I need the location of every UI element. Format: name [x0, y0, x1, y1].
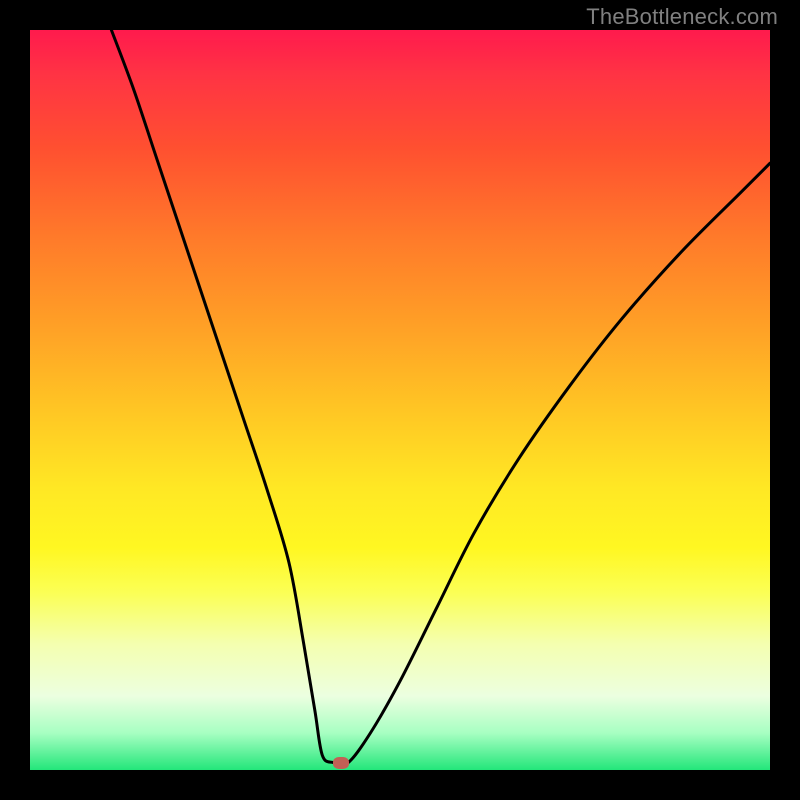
watermark-text: TheBottleneck.com: [586, 4, 778, 30]
minimum-marker: [333, 757, 349, 769]
bottleneck-curve: [30, 30, 770, 770]
chart-plot-area: [30, 30, 770, 770]
